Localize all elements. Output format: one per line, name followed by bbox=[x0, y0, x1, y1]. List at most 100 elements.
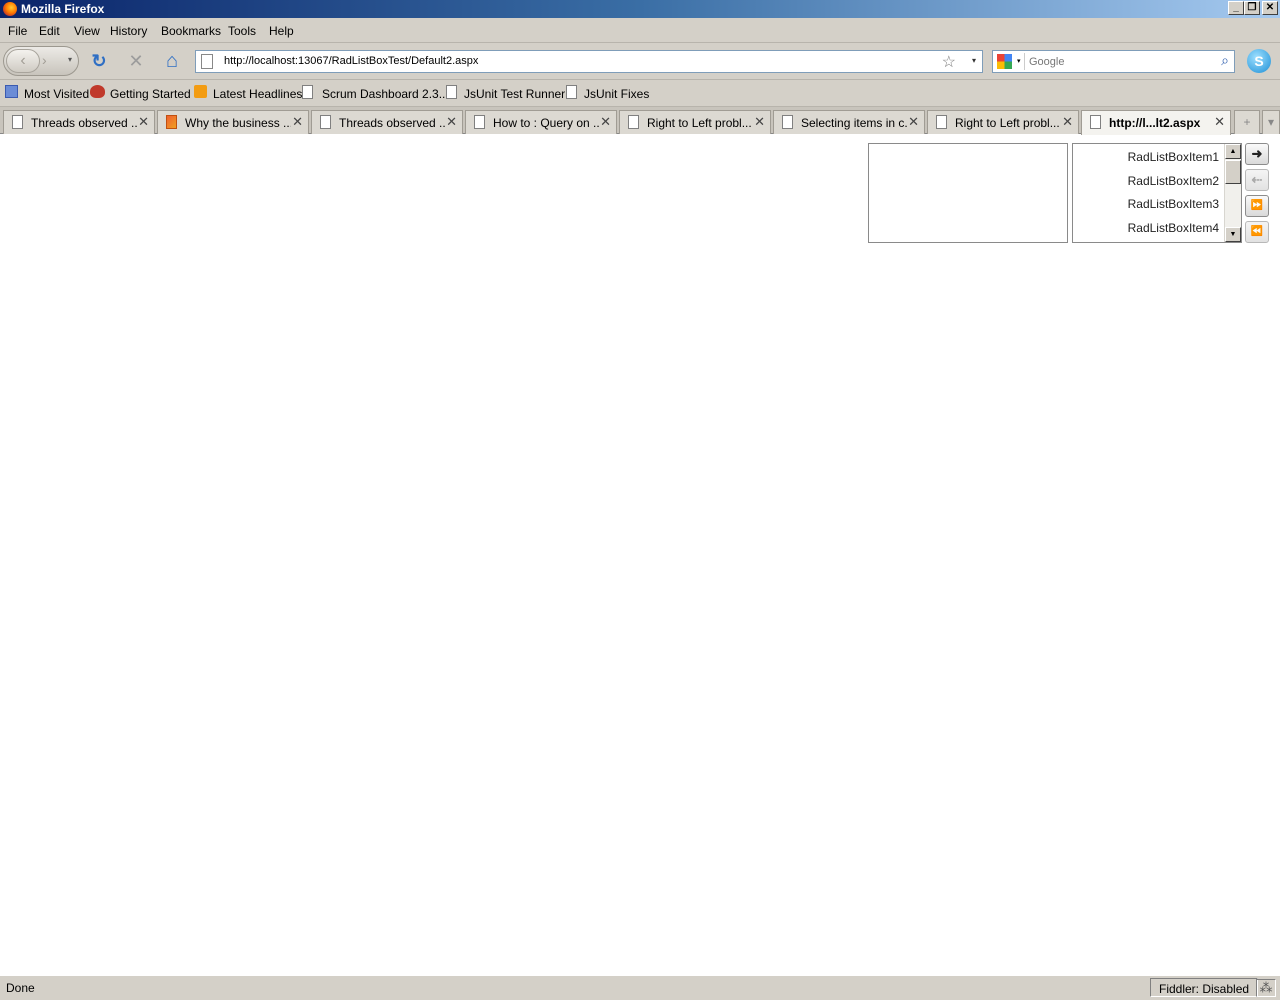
tab-label: Threads observed ... bbox=[339, 116, 445, 130]
tab-label: Right to Left probl... bbox=[647, 116, 752, 130]
menu-bar: File Edit View History Bookmarks Tools H… bbox=[0, 18, 1280, 43]
tab[interactable]: Why the business ... ✕ bbox=[157, 110, 309, 134]
page-icon bbox=[320, 115, 331, 129]
close-tab-icon[interactable]: ✕ bbox=[446, 114, 457, 130]
close-tab-icon[interactable]: ✕ bbox=[908, 114, 919, 130]
transfer-to-button[interactable]: ➜ bbox=[1245, 143, 1269, 165]
bookmark-jsunit-fixes[interactable]: JsUnit Fixes bbox=[584, 87, 649, 101]
transfer-all-from-button[interactable]: ⏪ bbox=[1245, 221, 1269, 243]
page-icon bbox=[302, 85, 313, 99]
engine-dropdown-icon: ▾ bbox=[1017, 58, 1021, 65]
url-dropdown-icon[interactable]: ▾ bbox=[972, 56, 976, 65]
scroll-thumb[interactable] bbox=[1225, 160, 1241, 184]
source-listbox[interactable] bbox=[868, 143, 1068, 243]
scroll-up-icon[interactable]: ▲ bbox=[1225, 144, 1241, 159]
page-icon bbox=[446, 85, 457, 99]
google-icon bbox=[997, 54, 1012, 69]
url-text[interactable]: http://localhost:13067/RadListBoxTest/De… bbox=[224, 55, 478, 67]
tab[interactable]: Right to Left probl... ✕ bbox=[619, 110, 771, 134]
page-icon bbox=[566, 85, 577, 99]
skype-icon[interactable]: S bbox=[1247, 49, 1271, 73]
search-icon[interactable]: ⌕ bbox=[1221, 52, 1229, 69]
bookmark-scrum-dashboard[interactable]: Scrum Dashboard 2.3... bbox=[322, 87, 449, 101]
list-item[interactable]: RadListBoxItem2 bbox=[1128, 174, 1219, 188]
list-item[interactable]: RadListBoxItem3 bbox=[1128, 197, 1219, 211]
minimize-button[interactable]: _ bbox=[1228, 1, 1244, 15]
tab[interactable]: Selecting items in c... ✕ bbox=[773, 110, 925, 134]
title-bar: Mozilla Firefox _ ❐ ✕ bbox=[0, 0, 1280, 18]
back-forward-group: ‹ › ▾ bbox=[3, 46, 79, 76]
menu-tools[interactable]: Tools bbox=[228, 24, 256, 38]
menu-edit[interactable]: Edit bbox=[39, 24, 60, 38]
bookmarks-toolbar: Most Visited Getting Started Latest Head… bbox=[0, 80, 1280, 107]
new-tab-button[interactable]: + bbox=[1234, 110, 1260, 134]
tab[interactable]: Threads observed ... ✕ bbox=[3, 110, 155, 134]
forward-button[interactable]: › bbox=[42, 52, 47, 68]
tab-label: How to : Query on ... bbox=[493, 116, 599, 130]
menu-history[interactable]: History bbox=[110, 24, 147, 38]
bookmark-star-icon[interactable]: ☆ bbox=[942, 52, 956, 72]
getting-started-icon bbox=[90, 85, 105, 98]
menu-file[interactable]: File bbox=[8, 24, 27, 38]
restore-button[interactable]: ❐ bbox=[1244, 1, 1260, 15]
tab[interactable]: Right to Left probl... ✕ bbox=[927, 110, 1079, 134]
tab[interactable]: How to : Query on ... ✕ bbox=[465, 110, 617, 134]
search-bar[interactable]: ▾ Google ⌕ bbox=[992, 50, 1235, 73]
destination-listbox[interactable]: RadListBoxItem1 RadListBoxItem2 RadListB… bbox=[1072, 143, 1242, 243]
close-tab-icon[interactable]: ✕ bbox=[1214, 114, 1225, 130]
history-dropdown-icon[interactable]: ▾ bbox=[68, 55, 72, 64]
stop-icon[interactable]: ✕ bbox=[126, 51, 146, 71]
close-window-button[interactable]: ✕ bbox=[1262, 1, 1278, 15]
page-icon bbox=[201, 54, 213, 69]
tab-list-button[interactable]: ▾ bbox=[1262, 110, 1280, 134]
transfer-all-to-button[interactable]: ⏩ bbox=[1245, 195, 1269, 217]
tab[interactable]: Threads observed ... ✕ bbox=[311, 110, 463, 134]
page-icon bbox=[936, 115, 947, 129]
url-bar[interactable]: http://localhost:13067/RadListBoxTest/De… bbox=[195, 50, 983, 73]
page-content: RadListBoxItem1 RadListBoxItem2 RadListB… bbox=[0, 135, 1280, 975]
fiddler-status[interactable]: Fiddler: Disabled bbox=[1150, 978, 1259, 997]
firefox-logo-icon bbox=[3, 2, 17, 16]
page-icon bbox=[166, 115, 177, 129]
status-bar: Done Fiddler: Disabled ⁂ bbox=[0, 975, 1280, 1000]
tab-bar: Threads observed ... ✕ Why the business … bbox=[0, 107, 1280, 135]
menu-help[interactable]: Help bbox=[269, 24, 294, 38]
home-icon[interactable]: ⌂ bbox=[162, 51, 182, 71]
most-visited-icon bbox=[5, 85, 18, 98]
page-icon bbox=[474, 115, 485, 129]
bookmark-jsunit-test-runner[interactable]: JsUnit Test Runner bbox=[464, 87, 565, 101]
search-input[interactable]: Google bbox=[1029, 56, 1064, 68]
reload-icon[interactable]: ↻ bbox=[89, 51, 109, 71]
transfer-from-button[interactable]: ⇠ bbox=[1245, 169, 1269, 191]
tab-label: Threads observed ... bbox=[31, 116, 137, 130]
page-icon bbox=[12, 115, 23, 129]
close-tab-icon[interactable]: ✕ bbox=[1062, 114, 1073, 130]
close-tab-icon[interactable]: ✕ bbox=[754, 114, 765, 130]
bookmark-latest-headlines[interactable]: Latest Headlines bbox=[213, 87, 302, 101]
tab-label: Why the business ... bbox=[185, 116, 291, 130]
menu-bookmarks[interactable]: Bookmarks bbox=[161, 24, 221, 38]
bookmark-most-visited[interactable]: Most Visited bbox=[24, 87, 89, 101]
tab-label: http://l...lt2.aspx bbox=[1109, 116, 1201, 130]
close-tab-icon[interactable]: ✕ bbox=[292, 114, 303, 130]
page-icon bbox=[1090, 115, 1101, 129]
rss-feed-icon bbox=[194, 85, 207, 98]
scroll-down-icon[interactable]: ▼ bbox=[1225, 227, 1241, 242]
back-button[interactable]: ‹ bbox=[6, 49, 40, 73]
window-title: Mozilla Firefox bbox=[21, 2, 105, 16]
tab-active[interactable]: http://l...lt2.aspx ✕ bbox=[1081, 110, 1231, 135]
close-tab-icon[interactable]: ✕ bbox=[138, 114, 149, 130]
tab-label: Right to Left probl... bbox=[955, 116, 1060, 130]
list-item[interactable]: RadListBoxItem4 bbox=[1128, 221, 1219, 235]
tab-label: Selecting items in c... bbox=[801, 116, 907, 130]
close-tab-icon[interactable]: ✕ bbox=[600, 114, 611, 130]
status-text: Done bbox=[6, 981, 35, 995]
page-icon bbox=[782, 115, 793, 129]
resize-grip-icon[interactable]: ⁂ bbox=[1256, 979, 1276, 997]
bookmark-getting-started[interactable]: Getting Started bbox=[110, 87, 191, 101]
list-item[interactable]: RadListBoxItem1 bbox=[1128, 150, 1219, 164]
listbox-scrollbar[interactable]: ▲ ▼ bbox=[1224, 144, 1241, 242]
page-icon bbox=[628, 115, 639, 129]
search-engine-selector[interactable]: ▾ bbox=[995, 53, 1025, 70]
menu-view[interactable]: View bbox=[74, 24, 100, 38]
